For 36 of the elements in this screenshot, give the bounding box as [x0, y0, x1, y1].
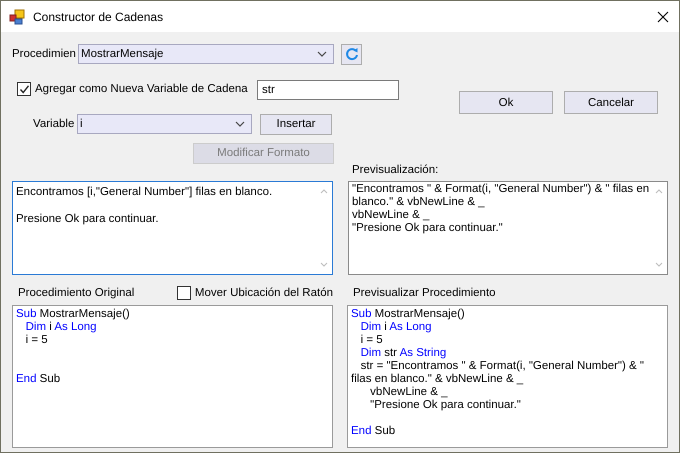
variable-name-field[interactable]: str — [257, 80, 399, 100]
preview-text: "Encontramos " & Format(i, "General Number") & " filas en blanco." & vbNewLine & _ vbNewLine & _ "Presione Ok para continuar." — [352, 183, 650, 235]
add-variable-checkbox[interactable] — [17, 82, 31, 96]
refresh-icon — [344, 47, 358, 61]
code-line: "Presione Ok para continuar." — [369, 399, 522, 412]
dialog-button[interactable]: Ok — [459, 91, 553, 114]
preview-label: Previsualización: — [352, 164, 440, 176]
mouse-option-label: Mover Ubicación del Ratón — [194, 287, 333, 299]
code-line: Sub MostrarMensaje() — [351, 308, 466, 321]
insert-button[interactable]: Insertar — [260, 114, 332, 134]
chevron-down-icon — [235, 121, 245, 127]
dialog-button[interactable]: Cancelar — [564, 91, 658, 114]
mouse-option-checkbox[interactable] — [176, 286, 191, 300]
procedure-dropdown[interactable]: MostrarMensaje — [78, 44, 334, 64]
code-line: End Sub — [351, 425, 396, 438]
code-line: i = 5 — [360, 334, 384, 347]
message-textarea[interactable]: Encontramos [i,"General Number"] filas en blanco. Presione Ok para continuar. — [12, 181, 333, 275]
chevron-down-icon — [317, 51, 327, 57]
app-icon — [9, 8, 25, 24]
variable-label: Variable — [33, 118, 76, 130]
code-line: i = 5 — [24, 334, 49, 347]
preview-procedure-label: Previsualizar Procedimiento — [353, 287, 496, 299]
code-line: vbNewLine & _ — [369, 386, 449, 399]
add-variable-label: Agregar como Nueva Variable de Cadena — [35, 83, 248, 95]
original-procedure-label: Procedimiento Original — [18, 287, 134, 299]
code-line: Dim i As Long — [360, 321, 433, 334]
variable-dropdown[interactable]: i — [77, 114, 252, 134]
refresh-button[interactable] — [341, 44, 362, 64]
code-line: Dim i As Long — [24, 321, 98, 334]
close-icon[interactable] — [657, 10, 669, 22]
code-line: Sub MostrarMensaje() — [16, 308, 131, 321]
code-line: Dim str As String — [360, 347, 448, 360]
procedure-label: Procedimien — [12, 48, 77, 60]
code-line: End Sub — [16, 373, 62, 386]
window-title: Constructor de Cadenas — [33, 10, 164, 24]
preview-textarea[interactable]: "Encontramos " & Format(i, "General Number") & " filas en blanco." & vbNewLine & _ vbNewLine & _ "Presione Ok para continuar." — [348, 181, 668, 275]
